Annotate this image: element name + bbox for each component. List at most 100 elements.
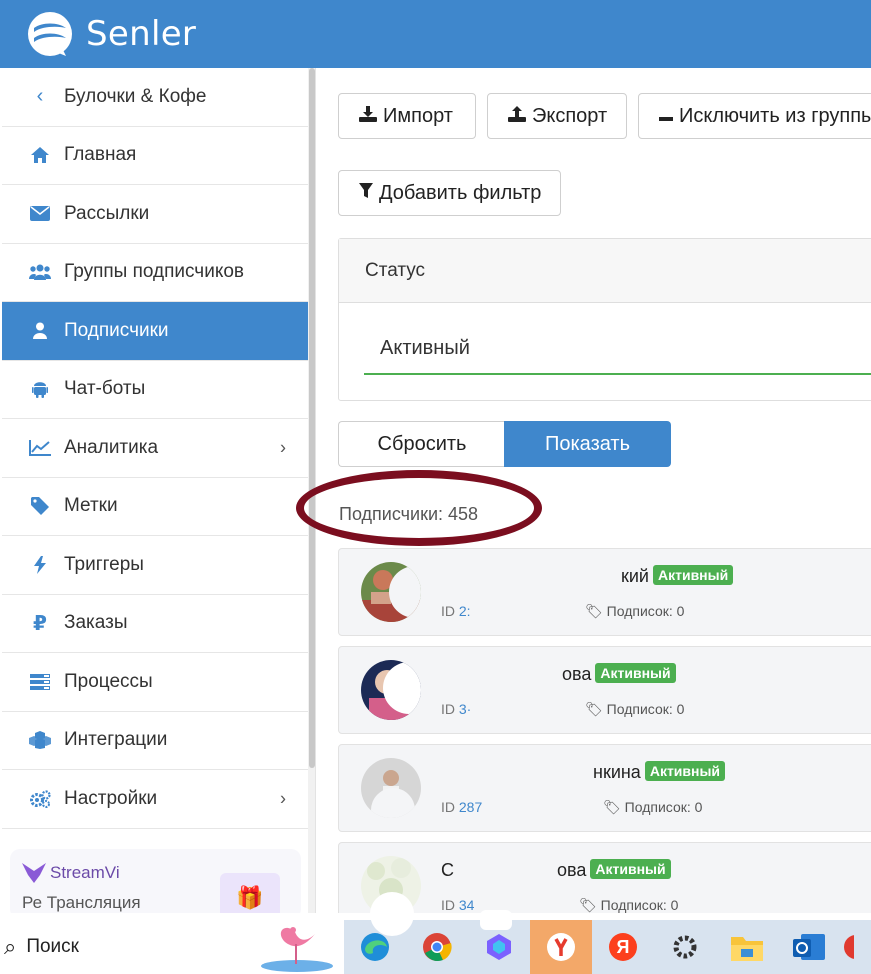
import-label: Импорт [383, 104, 453, 127]
sidebar-item-processes[interactable]: Процессы [2, 653, 308, 712]
flamingo-icon [255, 922, 339, 974]
chevron-right-icon: › [280, 788, 286, 809]
svg-text:Я: Я [617, 937, 630, 957]
tags-icon: 🏷 [603, 799, 621, 815]
sidebar-item-groups[interactable]: Группы подписчиков [2, 244, 308, 302]
upload-icon [508, 105, 526, 127]
bolt-icon [28, 553, 52, 577]
sidebar-item-label: Главная [64, 144, 137, 166]
subscriber-card[interactable]: кий Активный ID 2: 🏷 Подписок: 0 [338, 548, 871, 636]
export-label: Экспорт [532, 104, 608, 127]
avatar [361, 562, 421, 622]
promo-subtitle: Ре Трансляция [22, 893, 141, 912]
streamvi-promo-banner[interactable]: StreamVi Ре Трансляция 🎁 [10, 849, 301, 913]
chevron-left-icon: ‹ [36, 85, 44, 108]
taskbar-overlay-blob [370, 892, 414, 936]
sidebar-item-chatbots[interactable]: Чат-боты [2, 361, 308, 419]
sidebar-menu: ‹ Булочки & Кофе Главная Рассылки Группы… [2, 68, 308, 829]
users-icon [28, 260, 52, 284]
chevron-right-icon: › [280, 437, 286, 458]
export-button[interactable]: Экспорт [487, 93, 627, 139]
search-icon: ⌕ [4, 934, 17, 959]
sidebar-item-label: Рассылки [64, 202, 150, 224]
sidebar-item-label: Процессы [64, 670, 153, 692]
reset-button[interactable]: Сбросить [338, 421, 505, 467]
status-badge: Активный [652, 565, 734, 585]
subscriptions-count: 🏷 Подписок: 0 [585, 603, 685, 619]
subscriber-id[interactable]: ID 2: [441, 603, 471, 619]
promo-title: StreamVi [50, 863, 120, 882]
subscriber-card[interactable]: нкина Активный ID 287 🏷 Подписок: 0 [338, 744, 871, 832]
show-button[interactable]: Показать [504, 421, 671, 467]
sidebar-item-label: Подписчики [64, 319, 169, 341]
yandex-browser-icon[interactable] [530, 920, 592, 974]
avatar [361, 758, 421, 818]
subscriber-card[interactable]: ова Активный ID 3· 🏷 Подписок: 0 [338, 646, 871, 734]
sidebar-item-home[interactable]: Главная [2, 127, 308, 185]
sidebar: ‹ Булочки & Кофе Главная Рассылки Группы… [0, 68, 316, 913]
streamvi-logo-icon [22, 863, 46, 888]
sidebar-item-tags[interactable]: Метки [2, 478, 308, 536]
sidebar-item-analytics[interactable]: Аналитика › [2, 419, 308, 478]
file-explorer-icon[interactable] [716, 920, 778, 974]
subscriber-id[interactable]: ID 34 [441, 897, 474, 913]
subscriber-id[interactable]: ID 287 [441, 799, 482, 815]
android-icon [28, 377, 52, 401]
subscriber-name: нкина Активный [593, 761, 726, 783]
status-badge: Активный [644, 761, 726, 781]
yandex-icon[interactable]: Я [592, 920, 654, 974]
app-window: Senler ‹ Булочки & Кофе Главная Рассылки [0, 0, 871, 974]
app-icon[interactable] [840, 920, 870, 974]
minus-icon [659, 106, 673, 126]
sidebar-item-label: Чат-боты [64, 378, 146, 400]
subscriptions-count: 🏷 Подписок: 0 [579, 897, 679, 913]
sidebar-item-label: Аналитика [64, 436, 159, 458]
add-filter-label: Добавить фильтр [379, 181, 542, 204]
exclude-label: Исключить из группы [679, 104, 871, 127]
sidebar-item-integrations[interactable]: Интеграции [2, 712, 308, 770]
ruble-icon: ₽ [33, 612, 47, 635]
user-icon [28, 319, 52, 343]
windows-taskbar: ⌕ Поиск Я [0, 892, 871, 974]
sidebar-item-label: Заказы [64, 612, 128, 634]
subscriptions-count: 🏷 Подписок: 0 [603, 799, 703, 815]
settings-icon[interactable] [654, 920, 716, 974]
sidebar-item-label: Интеграции [64, 729, 168, 751]
exclude-from-group-button[interactable]: Исключить из группы [638, 93, 871, 139]
sidebar-item-orders[interactable]: ₽ Заказы [2, 595, 308, 653]
filter-icon [359, 182, 373, 204]
outlook-icon[interactable] [778, 920, 840, 974]
subscriber-card[interactable]: С ова Активный ID 34 🏷 Подписок: 0 [338, 842, 871, 913]
sidebar-back-project[interactable]: ‹ Булочки & Кофе [2, 68, 308, 127]
sidebar-item-settings[interactable]: Настройки › [2, 770, 308, 829]
avatar [361, 660, 421, 720]
sidebar-item-mailings[interactable]: Рассылки [2, 185, 308, 244]
tasks-icon [28, 670, 52, 694]
subscriber-name: ова Активный [562, 663, 676, 685]
taskbar-overlay-blob [480, 910, 512, 930]
envelope-icon [28, 202, 52, 226]
sidebar-item-subscribers[interactable]: Подписчики [2, 302, 308, 361]
add-filter-button[interactable]: Добавить фильтр [338, 170, 561, 216]
subscriber-name: С ова Активный [441, 859, 671, 881]
tags-icon: 🏷 [579, 897, 597, 913]
subscriptions-count: 🏷 Подписок: 0 [585, 701, 685, 717]
sidebar-item-label: Метки [64, 495, 118, 517]
brand-name: Senler [86, 14, 197, 54]
subscriber-name: кий Активный [621, 565, 734, 587]
subscriber-id[interactable]: ID 3· [441, 701, 471, 717]
status-badge: Активный [590, 859, 671, 879]
tags-icon: 🏷 [585, 603, 603, 619]
chrome-icon[interactable] [406, 920, 468, 974]
status-filter-select[interactable]: Активный [364, 325, 871, 375]
project-name: Булочки & Кофе [64, 85, 207, 107]
filter-heading: Статус [339, 239, 871, 303]
sidebar-item-triggers[interactable]: Триггеры [2, 536, 308, 595]
taskbar-search[interactable]: ⌕ Поиск [0, 920, 344, 974]
sidebar-item-label: Группы подписчиков [64, 261, 244, 283]
import-button[interactable]: Импорт [338, 93, 476, 139]
cubes-icon [28, 728, 52, 752]
sidebar-item-label: Настройки [64, 787, 158, 809]
sidebar-scrollbar-thumb[interactable] [309, 68, 315, 768]
chart-line-icon [28, 436, 52, 460]
